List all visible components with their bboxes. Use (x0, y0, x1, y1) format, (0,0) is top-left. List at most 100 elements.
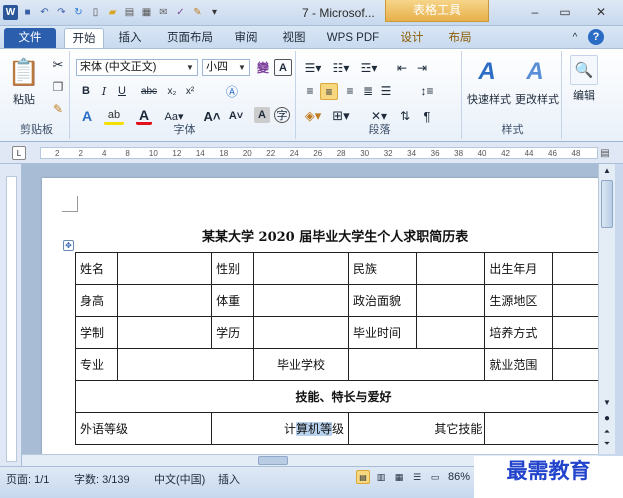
quick-access-more-icon[interactable]: ▾ (207, 5, 222, 20)
editing-button[interactable]: 编辑 (564, 87, 604, 103)
table-cell[interactable]: 就业范围 (484, 348, 554, 381)
table-cell[interactable] (252, 316, 350, 349)
help-icon[interactable]: ? (588, 29, 604, 45)
tab-design[interactable]: 设计 (392, 28, 432, 48)
table-cell[interactable]: 毕业时间 (348, 316, 417, 349)
table-cell[interactable]: 计算机等级 (211, 412, 350, 445)
decrease-indent-icon[interactable]: ⇤ (394, 59, 410, 76)
table-move-handle-icon[interactable]: ✥ (63, 240, 74, 251)
subscript-icon[interactable]: x₂ (164, 83, 180, 99)
vertical-ruler[interactable] (0, 164, 22, 466)
h-scrollbar-thumb[interactable] (258, 456, 288, 465)
align-left-icon[interactable]: ≡ (302, 83, 318, 99)
page-count[interactable]: 页面: 1/1 (6, 471, 49, 487)
table-cell[interactable]: 学制 (75, 316, 118, 349)
tab-insert[interactable]: 插入 (110, 28, 150, 48)
scroll-up-icon[interactable]: ▲ (601, 164, 613, 176)
clear-format-icon[interactable]: Ⓐ (222, 81, 242, 101)
italic-icon[interactable]: I (96, 83, 112, 99)
phonetic-guide-icon[interactable]: 變 (254, 59, 272, 76)
vertical-scrollbar[interactable]: ▲ ▼ ● ⏶ ⏷ (598, 164, 615, 454)
table-cell[interactable] (552, 316, 598, 349)
table-cell[interactable] (348, 348, 486, 381)
print-layout-view-icon[interactable]: ▤ (356, 470, 370, 484)
horizontal-ruler[interactable]: L 2 2 4 8 10 12 14 18 20 22 24 26 28 30 32 34 36 38 40 42 44… (0, 142, 623, 164)
copy-icon[interactable]: ❐ (50, 79, 66, 95)
email-icon[interactable]: ✉ (156, 5, 171, 20)
tab-wps-pdf[interactable]: WPS PDF (320, 28, 386, 48)
tab-view[interactable]: 视图 (274, 28, 314, 48)
numbering-icon[interactable]: ☷▾ (330, 59, 352, 76)
paste-icon[interactable]: 📋 (8, 55, 40, 89)
tab-layout[interactable]: 布局 (440, 28, 480, 48)
tab-file[interactable]: 文件 (4, 28, 56, 48)
table-cell[interactable]: 政治面貌 (348, 284, 417, 317)
change-styles-button[interactable]: 更改样式 (512, 91, 562, 107)
redo-icon[interactable]: ↷ (54, 5, 69, 20)
tab-stop-selector-icon[interactable]: L (12, 146, 26, 160)
tab-page-layout[interactable]: 页面布局 (160, 28, 220, 48)
increase-indent-icon[interactable]: ⇥ (414, 59, 430, 76)
table-cell[interactable]: 姓名 (75, 252, 118, 285)
line-spacing-icon[interactable]: ↕≡ (416, 83, 438, 99)
table-cell[interactable] (552, 284, 598, 317)
change-styles-icon[interactable]: A (518, 55, 552, 89)
table-cell[interactable] (415, 252, 486, 285)
table-cell[interactable] (552, 348, 598, 381)
minimize-button[interactable]: – (522, 3, 548, 21)
quick-styles-button[interactable]: 快速样式 (464, 91, 514, 107)
web-layout-icon[interactable]: ▦ (392, 470, 406, 484)
insert-mode-status[interactable]: 插入 (218, 471, 240, 487)
open-folder-icon[interactable]: ▰ (105, 5, 120, 20)
word-count[interactable]: 字数: 3/139 (74, 471, 130, 487)
table-cell[interactable]: 培养方式 (484, 316, 554, 349)
table-cell[interactable]: 毕业学校 (252, 348, 350, 381)
restore-button[interactable]: ▭ (552, 3, 578, 21)
print-icon[interactable]: ▤ (122, 5, 137, 20)
format-painter-icon[interactable]: ✎ (190, 5, 205, 20)
language-status[interactable]: 中文(中国) (154, 471, 205, 487)
strikethrough-icon[interactable]: abc (136, 83, 162, 99)
scrollbar-thumb[interactable] (601, 180, 613, 228)
table-cell[interactable]: 性别 (211, 252, 254, 285)
table-cell[interactable] (415, 284, 486, 317)
table-cell[interactable] (252, 252, 350, 285)
table-cell[interactable]: 学历 (211, 316, 254, 349)
select-browse-object-icon[interactable]: ● (601, 412, 613, 424)
table-cell[interactable] (116, 316, 213, 349)
font-size-combo[interactable]: 小四 ▼ (202, 59, 250, 76)
table-cell[interactable]: 身高 (75, 284, 118, 317)
cut-icon[interactable]: ✂ (50, 57, 66, 73)
table-cell[interactable]: 生源地区 (484, 284, 554, 317)
section-heading[interactable]: 技能、特长与爱好 (75, 380, 598, 413)
find-replace-icon[interactable]: 🔍 (570, 55, 598, 85)
table-cell[interactable]: 出生年月 (484, 252, 554, 285)
font-name-dropdown-icon[interactable]: ▼ (186, 60, 196, 75)
next-page-icon[interactable]: ⏷ (601, 438, 613, 450)
table-cell[interactable]: 专业 (75, 348, 118, 381)
table-cell[interactable] (415, 316, 486, 349)
table-cell[interactable] (116, 252, 213, 285)
quick-styles-icon[interactable]: A (470, 55, 504, 89)
refresh-icon[interactable]: ↻ (71, 5, 86, 20)
reading-view-icon[interactable]: ▥ (374, 470, 388, 484)
table-cell[interactable] (252, 284, 350, 317)
font-name-combo[interactable]: 宋体 (中文正文) ▼ (76, 59, 198, 76)
justify-icon[interactable]: ≣ (360, 83, 376, 99)
superscript-icon[interactable]: x² (182, 83, 198, 99)
undo-icon[interactable]: ↶ (37, 5, 52, 20)
format-painter-icon[interactable]: ✎ (50, 101, 66, 117)
table-cell[interactable] (116, 348, 254, 381)
outline-view-icon[interactable]: ☰ (410, 470, 424, 484)
selected-text[interactable]: 算机等 (295, 422, 332, 436)
bold-icon[interactable]: B (78, 83, 94, 99)
tab-home[interactable]: 开始 (64, 28, 104, 48)
table-cell[interactable] (552, 252, 598, 285)
char-border-icon[interactable]: A (274, 59, 292, 76)
collapse-ribbon-icon[interactable]: ^ (568, 30, 582, 44)
table-cell[interactable]: 体重 (211, 284, 254, 317)
table-cell[interactable]: 外语等级 (74, 412, 213, 445)
multilevel-list-icon[interactable]: ☲▾ (358, 59, 380, 76)
align-right-icon[interactable]: ≡ (342, 83, 358, 99)
paste-button[interactable]: 粘贴 (8, 91, 40, 107)
